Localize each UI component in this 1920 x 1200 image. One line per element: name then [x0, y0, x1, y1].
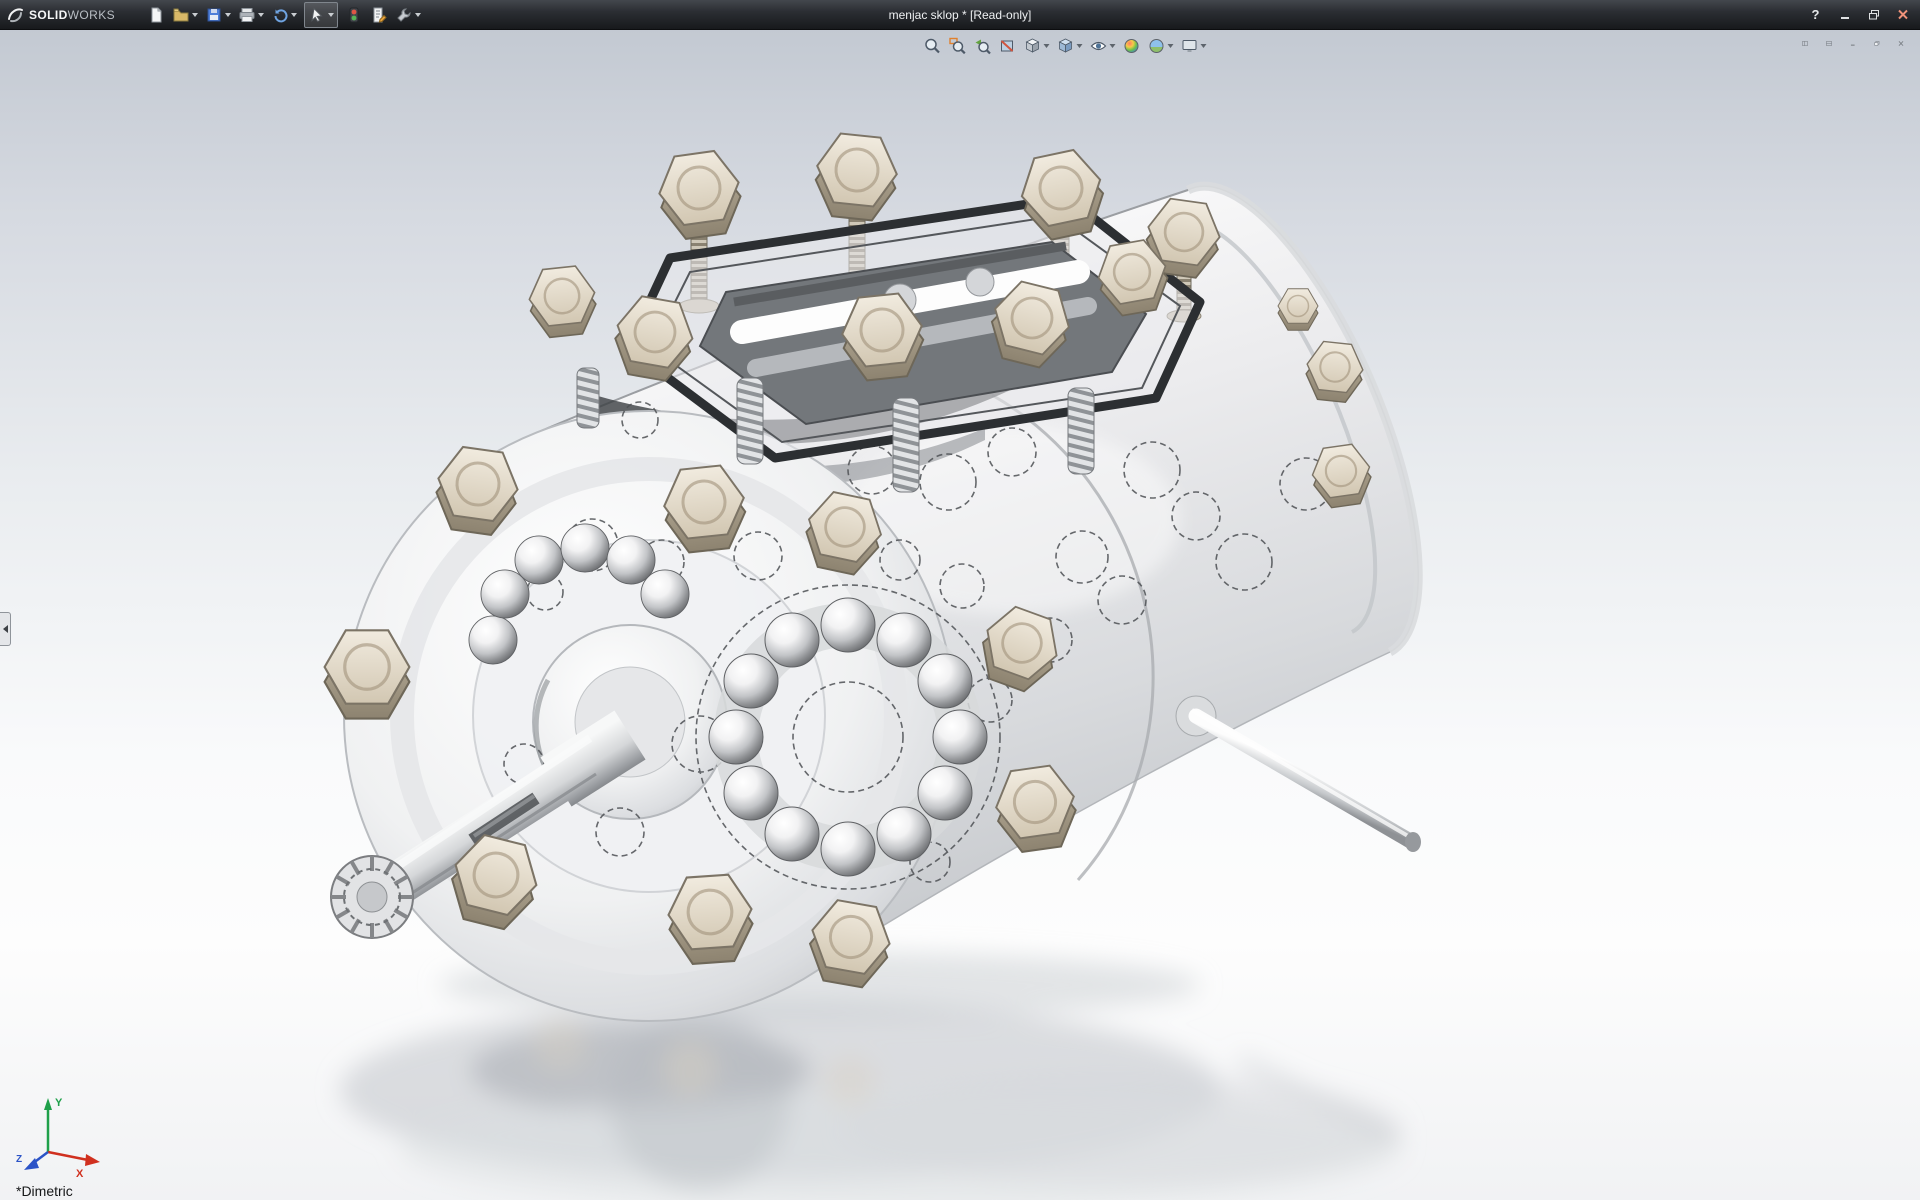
display-style-icon — [1057, 37, 1075, 55]
reference-triad: Y X Z — [14, 1090, 110, 1182]
view-settings-icon — [1181, 37, 1199, 55]
minimize-button[interactable] — [1831, 4, 1858, 25]
window-controls: ? — [1802, 0, 1916, 29]
save-button[interactable] — [203, 3, 233, 27]
pane-bottom-button[interactable] — [1820, 36, 1838, 51]
print-icon — [238, 6, 256, 24]
select-dropdown-caret[interactable] — [328, 13, 334, 17]
open-button[interactable] — [170, 3, 200, 27]
minimize-icon — [1839, 10, 1851, 20]
options-wrench-icon — [395, 6, 413, 24]
hide-show-items-button[interactable] — [1088, 34, 1118, 58]
edit-appearance-button[interactable] — [1121, 34, 1143, 58]
select-tool-group[interactable] — [304, 2, 338, 28]
pane-left-button[interactable] — [1796, 36, 1814, 51]
select-cursor-icon — [308, 6, 326, 24]
graphics-viewport[interactable]: Y X Z *Dimetric — [0, 29, 1920, 1200]
view-settings-caret[interactable] — [1201, 44, 1207, 48]
pane-left-icon — [1802, 38, 1808, 49]
help-button[interactable]: ? — [1802, 4, 1829, 25]
document-window-controls — [1796, 36, 1910, 51]
save-icon — [205, 6, 223, 24]
file-properties-button[interactable] — [368, 3, 390, 27]
options-dropdown-caret[interactable] — [415, 13, 421, 17]
undo-dropdown-caret[interactable] — [291, 13, 297, 17]
view-orientation-button[interactable] — [1022, 34, 1052, 58]
display-style-button[interactable] — [1055, 34, 1085, 58]
close-icon — [1897, 9, 1909, 20]
display-style-caret[interactable] — [1077, 44, 1083, 48]
view-settings-button[interactable] — [1179, 34, 1209, 58]
apply-scene-icon — [1148, 37, 1166, 55]
spring — [893, 398, 919, 492]
zoom-to-fit-icon — [924, 37, 942, 55]
feature-manager-collapse-tab[interactable] — [0, 612, 11, 646]
output-shaft — [1176, 696, 1421, 852]
x-axis-label: X — [76, 1168, 84, 1180]
document-minimize-icon — [1850, 38, 1856, 49]
view-orientation-icon — [1024, 37, 1042, 55]
window-title: menjac sklop * [Read-only] — [889, 8, 1032, 22]
spring — [737, 378, 763, 464]
model-3d-gearbox-assembly — [0, 29, 1920, 1200]
document-restore-icon — [1874, 38, 1880, 49]
document-close-icon — [1898, 38, 1904, 49]
spring — [1068, 388, 1094, 474]
zoom-to-fit-button[interactable] — [922, 34, 944, 58]
apply-scene-caret[interactable] — [1168, 44, 1174, 48]
zoom-to-area-button[interactable] — [947, 34, 969, 58]
titlebar: SOLIDWORKS — [0, 0, 1920, 30]
rebuild-icon — [345, 6, 363, 24]
new-document-button[interactable] — [145, 3, 167, 27]
print-dropdown-caret[interactable] — [258, 13, 264, 17]
z-axis-label: Z — [16, 1154, 22, 1165]
zoom-to-area-icon — [949, 37, 967, 55]
collapse-arrow-icon — [3, 625, 8, 633]
previous-view-button[interactable] — [972, 34, 994, 58]
options-button[interactable] — [393, 3, 423, 27]
document-minimize-button[interactable] — [1844, 36, 1862, 51]
spring — [577, 368, 599, 428]
menu-bar-toolbar — [145, 2, 423, 28]
floor-reflection — [340, 951, 1400, 1200]
hide-show-items-icon — [1090, 37, 1108, 55]
open-dropdown-caret[interactable] — [192, 13, 198, 17]
document-close-button[interactable] — [1892, 36, 1910, 51]
undo-icon — [271, 6, 289, 24]
undo-button[interactable] — [269, 3, 299, 27]
pane-bottom-icon — [1826, 38, 1832, 49]
document-restore-button[interactable] — [1868, 36, 1886, 51]
view-orientation-caret[interactable] — [1044, 44, 1050, 48]
app-logo: SOLIDWORKS — [0, 6, 123, 24]
solidworks-logo-icon — [6, 6, 24, 24]
print-button[interactable] — [236, 3, 266, 27]
file-properties-icon — [370, 6, 388, 24]
new-document-icon — [147, 6, 165, 24]
apply-scene-button[interactable] — [1146, 34, 1176, 58]
restore-icon — [1868, 9, 1880, 20]
section-view-icon — [999, 37, 1017, 55]
open-folder-icon — [172, 6, 190, 24]
heads-up-view-toolbar — [922, 34, 1209, 58]
edit-appearance-icon — [1123, 37, 1141, 55]
app-brand: SOLIDWORKS — [29, 8, 115, 22]
x-axis-arrow — [85, 1154, 100, 1166]
section-view-button[interactable] — [997, 34, 1019, 58]
save-dropdown-caret[interactable] — [225, 13, 231, 17]
close-button[interactable] — [1889, 4, 1916, 25]
previous-view-icon — [974, 37, 992, 55]
hide-show-items-caret[interactable] — [1110, 44, 1116, 48]
view-orientation-label: *Dimetric — [16, 1183, 73, 1199]
maximize-button[interactable] — [1860, 4, 1887, 25]
y-axis-label: Y — [55, 1097, 63, 1109]
rebuild-button[interactable] — [343, 3, 365, 27]
y-axis-arrow — [44, 1098, 52, 1110]
